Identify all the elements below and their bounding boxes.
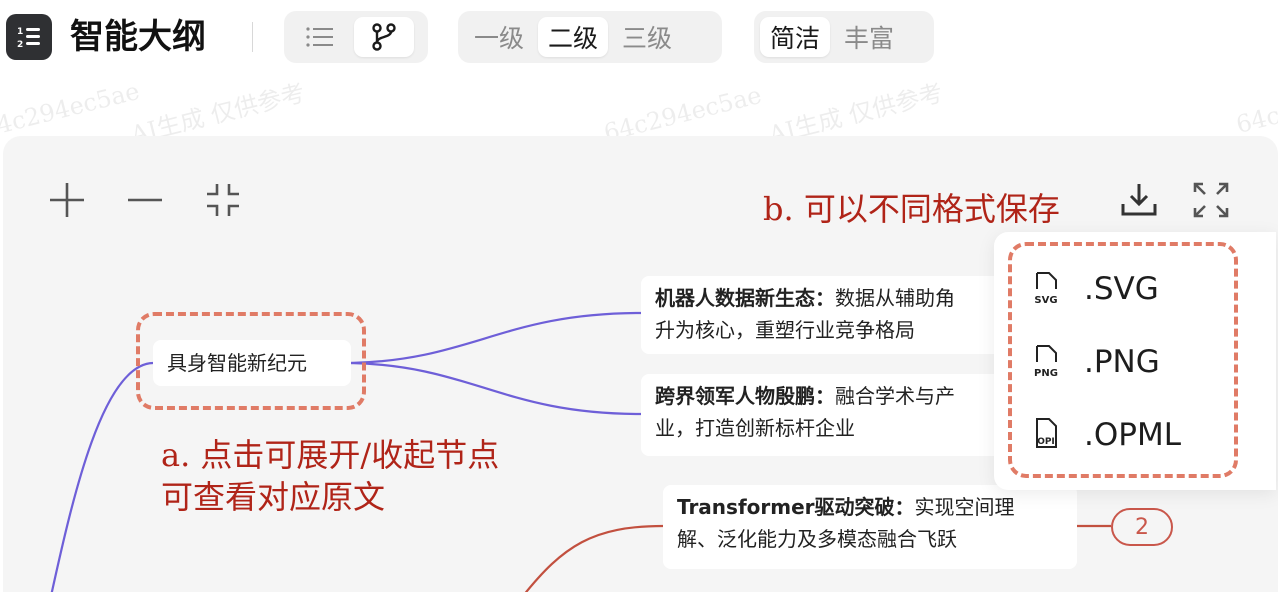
header: 1 2 智能大纲 一级 二级 三级 简洁 丰富: [0, 0, 1278, 80]
node-text: 升为核心，重塑行业竞争格局: [655, 318, 915, 342]
edge-root-child2: [350, 361, 642, 416]
annotation-outline-root: [136, 312, 366, 410]
mindmap-child-node[interactable]: Transformer驱动突破：实现空间理 解、泛化能力及多模态融合飞跃: [663, 485, 1077, 569]
node-title: 跨界领军人物殷鹏：: [655, 384, 835, 408]
annotation-b: b. 可以不同格式保存: [763, 190, 1060, 228]
collapsed-count-badge[interactable]: 2: [1111, 508, 1173, 546]
node-title: 机器人数据新生态：: [655, 286, 835, 310]
style-simple-button[interactable]: 简洁: [760, 17, 831, 57]
edge-red-branch: [524, 524, 664, 592]
outline-level-switch: 一级 二级 三级: [458, 11, 722, 63]
style-rich-button[interactable]: 丰富: [834, 17, 904, 57]
annotation-outline-export: [1008, 242, 1238, 478]
export-format-menu: SVG .SVG PNG .PNG OPI .OPML: [994, 232, 1276, 490]
level-1-button[interactable]: 一级: [464, 17, 534, 57]
style-switch: 简洁 丰富: [754, 11, 934, 63]
mindmap-child-node[interactable]: 机器人数据新生态：数据从辅助角 升为核心，重塑行业竞争格局: [641, 276, 1021, 354]
node-text: 融合学术与产: [835, 384, 955, 408]
edge-root-child1: [350, 311, 642, 365]
annotation-a-line2: 可查看对应原文: [161, 478, 386, 516]
svg-text:1: 1: [17, 27, 23, 37]
svg-text:2: 2: [17, 40, 23, 50]
level-2-button[interactable]: 二级: [538, 17, 609, 57]
level-3-button[interactable]: 三级: [612, 17, 682, 57]
watermark: 64c294ec5ae: [0, 76, 143, 144]
mindmap-child-node[interactable]: 跨界领军人物殷鹏：融合学术与产 业，打造创新标杆企业: [641, 374, 1021, 456]
annotation-a-line1: a. 点击可展开/收起节点: [161, 436, 500, 474]
view-mindmap-button[interactable]: [354, 17, 414, 57]
node-text: 实现空间理: [914, 495, 1015, 519]
list-icon: [306, 27, 333, 47]
view-list-button[interactable]: [290, 17, 350, 57]
node-title: Transformer驱动突破：: [677, 495, 915, 519]
node-text: 解、泛化能力及多模态融合飞跃: [677, 527, 957, 551]
numbered-list-icon: 1 2: [17, 27, 40, 50]
node-text: 数据从辅助角: [835, 286, 955, 310]
node-text: 业，打造创新标杆企业: [655, 416, 855, 440]
view-mode-switch: [284, 11, 428, 63]
branch-icon: [372, 23, 396, 51]
watermark: 64c: [1233, 101, 1278, 139]
app-icon: 1 2: [6, 14, 52, 60]
page-title: 智能大纲: [70, 17, 206, 57]
header-divider: [252, 22, 253, 52]
